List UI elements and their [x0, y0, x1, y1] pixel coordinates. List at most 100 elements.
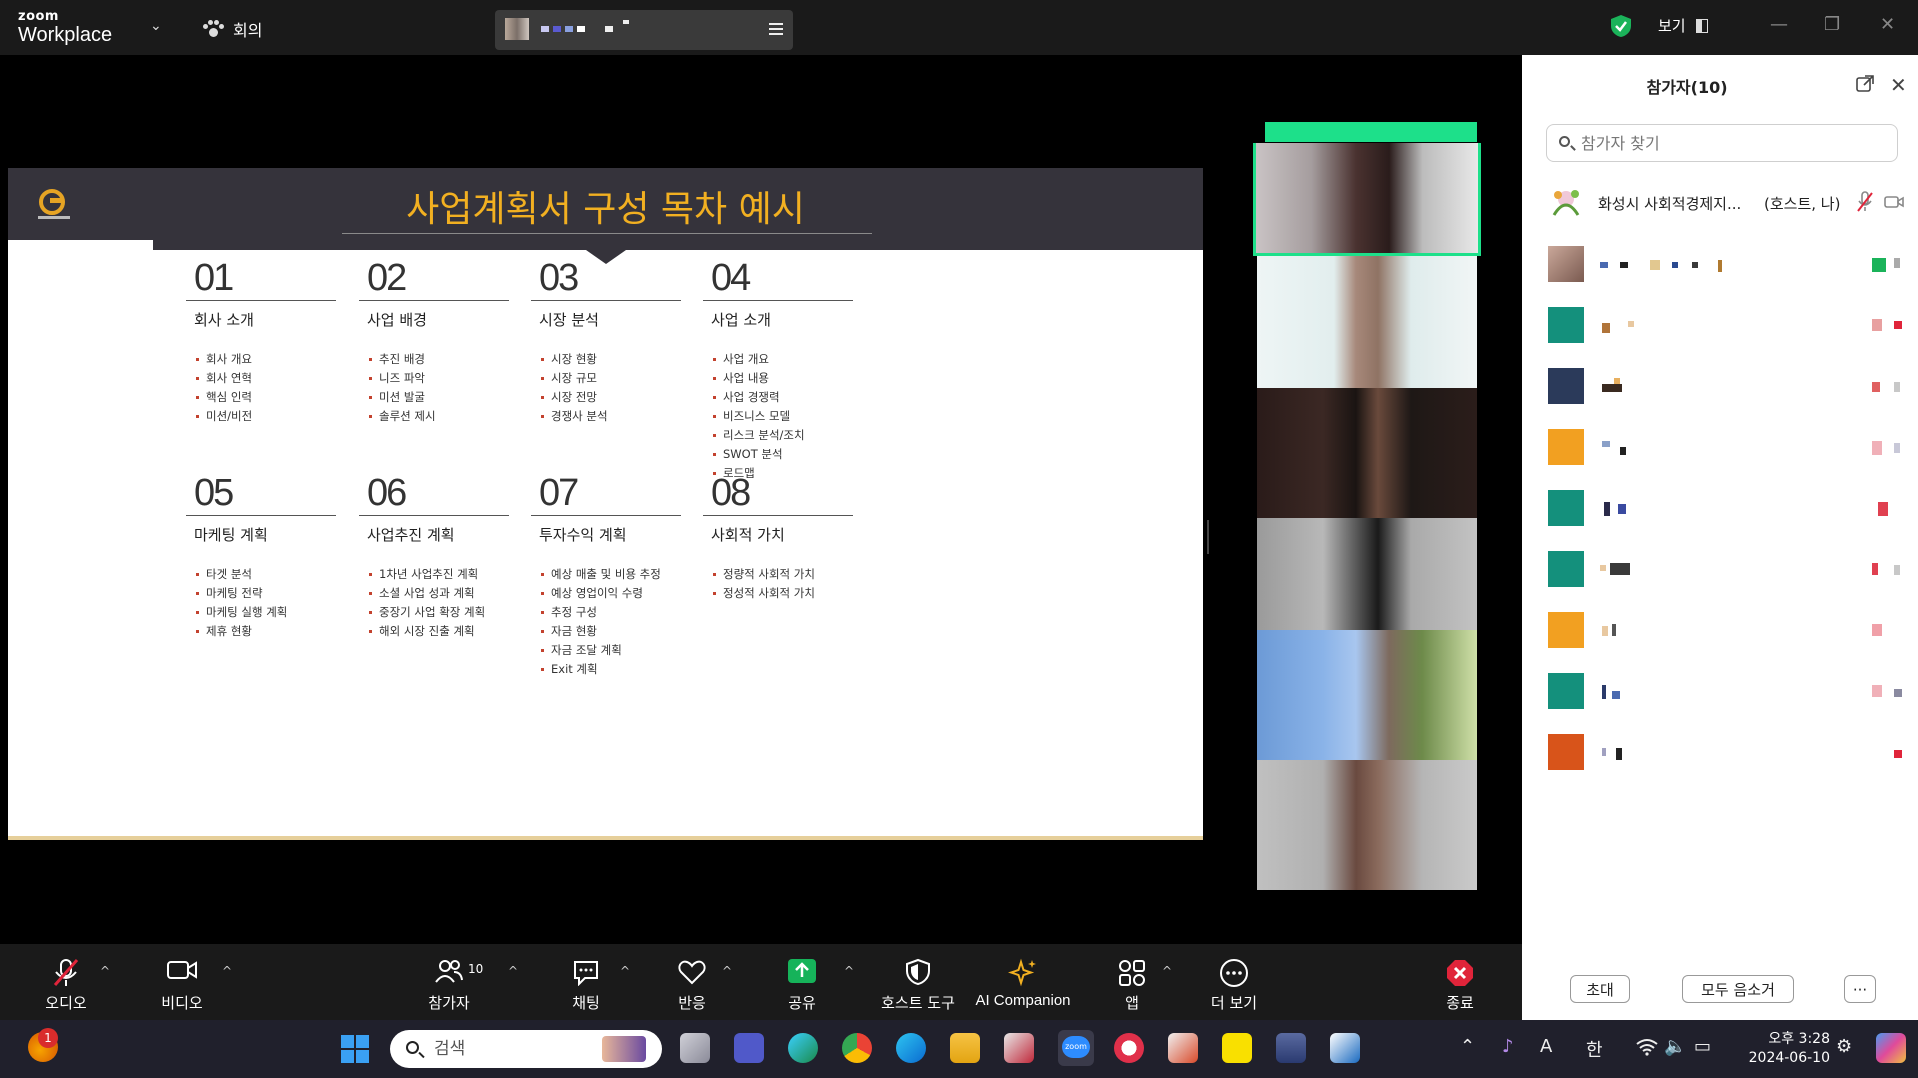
- react-options-caret-icon[interactable]: ^: [722, 964, 732, 978]
- section-item: 회사 개요: [196, 350, 336, 369]
- battery-icon[interactable]: ▭: [1694, 1036, 1711, 1057]
- audio-options-caret-icon[interactable]: ^: [100, 964, 110, 978]
- close-panel-icon[interactable]: ✕: [1890, 73, 1907, 97]
- chrome-icon[interactable]: [842, 1033, 872, 1063]
- mute-all-button[interactable]: 모두 음소거: [1682, 975, 1794, 1003]
- taskbar-search-input[interactable]: [432, 1038, 586, 1060]
- kakaotalk-icon[interactable]: [1222, 1033, 1252, 1063]
- react-button[interactable]: 반응: [660, 944, 724, 1020]
- section-item: 마케팅 실행 계획: [196, 603, 336, 622]
- participant-row[interactable]: [1522, 724, 1918, 785]
- participant-video-tile[interactable]: [1257, 256, 1477, 388]
- volume-icon[interactable]: 🔈: [1664, 1036, 1686, 1057]
- apps-icon: [1119, 960, 1145, 986]
- shared-screen-slide: 사업계획서 구성 목차 예시 01 회사 소개 회사 개요 회사 연혁 핵심 인력 미션/…: [8, 168, 1203, 840]
- participant-search-input[interactable]: [1579, 133, 1883, 154]
- participant-row-host[interactable]: 화성시 사회적경제지... (호스트, 나): [1522, 175, 1918, 236]
- share-button[interactable]: 공유: [770, 944, 834, 1020]
- view-label: 보기: [1658, 17, 1686, 35]
- section-rule: [359, 515, 509, 516]
- app-icon[interactable]: [1330, 1033, 1360, 1063]
- app-icon[interactable]: [1114, 1033, 1144, 1063]
- windows-start-icon[interactable]: [340, 1034, 370, 1064]
- section-item: 자금 현황: [541, 622, 681, 641]
- zoom-workplace-logo[interactable]: zoom Workplace: [18, 10, 112, 45]
- minimize-icon[interactable]: —: [1770, 14, 1788, 35]
- heart-icon: [678, 960, 706, 985]
- mic-muted-icon[interactable]: [1856, 191, 1874, 213]
- invite-button[interactable]: 초대: [1570, 975, 1630, 1003]
- splitter-handle[interactable]: [1207, 520, 1209, 554]
- participant-row[interactable]: [1522, 480, 1918, 541]
- participants-button[interactable]: 10 참가자: [414, 944, 484, 1020]
- meeting-label: 회의: [233, 21, 263, 40]
- chevron-up-icon[interactable]: ⌃: [1460, 1036, 1475, 1057]
- participant-search-box[interactable]: [1546, 124, 1898, 162]
- calculator-icon[interactable]: [1276, 1033, 1306, 1063]
- notification-bell-icon[interactable]: ⚙: [1836, 1036, 1852, 1057]
- ime-a-indicator[interactable]: A: [1540, 1036, 1552, 1057]
- end-meeting-button[interactable]: 종료: [1428, 944, 1492, 1020]
- participants-options-caret-icon[interactable]: ^: [508, 964, 518, 978]
- edge-icon[interactable]: [896, 1033, 926, 1063]
- app-icon[interactable]: [1004, 1033, 1034, 1063]
- toc-section: 08 사회적 가치 정량적 사회적 가치 정성적 사회적 가치: [703, 473, 853, 603]
- share-options-caret-icon[interactable]: ^: [844, 964, 854, 978]
- clock[interactable]: 오후 3:28 2024-06-10: [1730, 1030, 1830, 1068]
- maximize-icon[interactable]: ❐: [1824, 14, 1840, 35]
- participant-row[interactable]: [1522, 602, 1918, 663]
- slide-footer-line: [8, 836, 1203, 840]
- section-heading: 회사 소개: [194, 311, 254, 329]
- participant-video-tile[interactable]: [1257, 760, 1477, 890]
- participant-row[interactable]: [1522, 297, 1918, 358]
- close-window-icon[interactable]: ✕: [1880, 14, 1895, 35]
- app-icon[interactable]: [788, 1033, 818, 1063]
- participant-row[interactable]: [1522, 663, 1918, 724]
- video-button[interactable]: 비디오: [150, 944, 214, 1020]
- copilot-icon[interactable]: [1876, 1033, 1906, 1063]
- ime-korean-indicator[interactable]: 한: [1586, 1036, 1603, 1062]
- host-tools-button[interactable]: 호스트 도구: [868, 944, 968, 1020]
- participant-row[interactable]: [1522, 541, 1918, 602]
- avatar: [1548, 734, 1584, 770]
- participant-row[interactable]: [1522, 358, 1918, 419]
- section-item: 타겟 분석: [196, 565, 336, 584]
- participant-row[interactable]: [1522, 419, 1918, 480]
- menu-icon[interactable]: [769, 20, 783, 38]
- more-options-button[interactable]: ···: [1844, 975, 1876, 1003]
- apps-options-caret-icon[interactable]: ^: [1162, 964, 1172, 978]
- audio-button[interactable]: 오디오: [34, 944, 98, 1020]
- participant-role: (호스트, 나): [1764, 195, 1841, 213]
- teams-icon[interactable]: [734, 1033, 764, 1063]
- file-explorer-icon[interactable]: [950, 1033, 980, 1063]
- participant-video-tile[interactable]: [1257, 518, 1477, 630]
- taskbar-search-box[interactable]: [390, 1030, 662, 1068]
- chat-options-caret-icon[interactable]: ^: [620, 964, 630, 978]
- meeting-info-bar[interactable]: [495, 10, 793, 50]
- ai-companion-button[interactable]: AI Companion: [970, 944, 1076, 1020]
- chat-button[interactable]: 채팅: [554, 944, 618, 1020]
- chevron-down-icon[interactable]: ⌄: [150, 18, 162, 34]
- more-button[interactable]: 더 보기: [1202, 944, 1266, 1020]
- video-options-caret-icon[interactable]: ^: [222, 964, 232, 978]
- participant-video-tile[interactable]: [1253, 143, 1481, 256]
- participant-video-tile[interactable]: [1257, 388, 1477, 518]
- section-item: 1차년 사업추진 계획: [369, 565, 509, 584]
- participant-row[interactable]: [1522, 236, 1918, 297]
- participant-video-tile[interactable]: [1257, 630, 1477, 760]
- shield-check-icon[interactable]: [1610, 14, 1632, 38]
- participants-panel: 참가자(10) ✕ 화성시 사회적경제지... (호스트, 나): [1522, 55, 1918, 1020]
- section-items: 사업 개요 사업 내용 사업 경쟁력 비즈니스 모델 리스크 분석/조치 SWOT 분석 로…: [703, 350, 853, 483]
- participants-icon: [435, 960, 463, 983]
- task-view-icon[interactable]: [680, 1033, 710, 1063]
- popout-icon[interactable]: [1856, 75, 1874, 93]
- wifi-icon[interactable]: [1636, 1038, 1658, 1056]
- section-items: 추진 배경 니즈 파악 미션 발굴 솔루션 제시: [359, 350, 509, 426]
- view-button[interactable]: 보기: [1658, 15, 1708, 36]
- apps-button[interactable]: 앱: [1100, 944, 1164, 1020]
- video-camera-icon[interactable]: [1884, 195, 1904, 209]
- meeting-menu-button[interactable]: 회의: [203, 17, 262, 41]
- microphone-tray-icon[interactable]: ♪: [1502, 1036, 1514, 1057]
- zoom-taskbar-icon[interactable]: zoom: [1058, 1030, 1094, 1066]
- app-icon[interactable]: [1168, 1033, 1198, 1063]
